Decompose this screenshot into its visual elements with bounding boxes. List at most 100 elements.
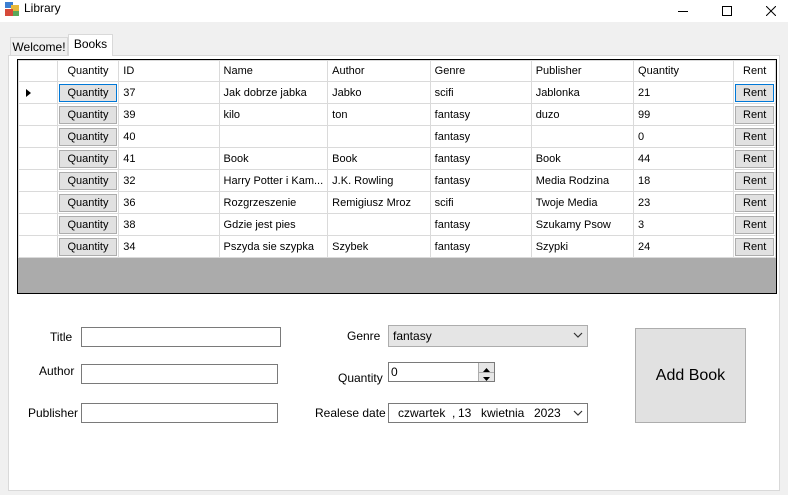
row-header[interactable] — [18, 191, 58, 214]
name-cell[interactable]: Harry Potter i Kam... — [218, 169, 329, 192]
name-cell[interactable]: Book — [218, 147, 329, 170]
quantity-value-cell[interactable]: 99 — [633, 103, 735, 126]
quantity-value-cell[interactable]: 3 — [633, 213, 735, 236]
row-header[interactable] — [18, 169, 58, 192]
column-header-id[interactable]: ID — [118, 60, 220, 82]
author-input[interactable] — [81, 364, 278, 384]
close-button[interactable] — [748, 0, 788, 22]
table-row[interactable]: Quantity 37 Jak dobrze jabka Jabko scifi… — [18, 81, 776, 104]
column-header-rent[interactable]: Rent — [733, 60, 776, 82]
publisher-cell[interactable]: duzo — [530, 103, 635, 126]
rent-button[interactable]: Rent — [735, 149, 774, 168]
column-header-quantity[interactable]: Quantity — [633, 60, 735, 82]
author-cell[interactable]: ton — [327, 103, 431, 126]
name-cell[interactable]: Gdzie jest pies — [218, 213, 329, 236]
quantity-stepper-value[interactable]: 0 — [391, 365, 398, 379]
rent-button[interactable]: Rent — [735, 215, 774, 234]
rent-button[interactable]: Rent — [735, 193, 774, 212]
name-cell[interactable]: kilo — [218, 103, 329, 126]
author-cell[interactable] — [327, 125, 431, 148]
genre-cell[interactable]: scifi — [429, 191, 532, 214]
author-cell[interactable]: Jabko — [327, 81, 431, 104]
publisher-cell[interactable]: Jablonka — [530, 81, 635, 104]
id-cell[interactable]: 32 — [118, 169, 220, 192]
publisher-cell[interactable]: Twoje Media — [530, 191, 635, 214]
release-date-picker[interactable]: czwartek , 13 kwietnia 2023 — [388, 403, 588, 423]
table-row[interactable]: Quantity 41 Book Book fantasy Book 44 Re… — [18, 147, 776, 170]
tab-welcome[interactable]: Welcome! — [10, 37, 68, 57]
date-year[interactable]: 2023 — [534, 404, 561, 422]
books-grid[interactable]: Quantity ID Name Author Genre Publisher … — [17, 59, 777, 294]
author-cell[interactable] — [327, 213, 431, 236]
id-cell[interactable]: 41 — [118, 147, 220, 170]
minimize-button[interactable] — [660, 0, 706, 22]
row-header[interactable] — [18, 103, 58, 126]
table-row[interactable]: Quantity 32 Harry Potter i Kam... J.K. R… — [18, 169, 776, 192]
id-cell[interactable]: 37 — [118, 81, 220, 104]
column-header-quantity-button[interactable]: Quantity — [56, 60, 120, 82]
row-header[interactable] — [18, 235, 58, 258]
rent-button[interactable]: Rent — [735, 127, 774, 146]
id-cell[interactable]: 38 — [118, 213, 220, 236]
quantity-value-cell[interactable]: 0 — [633, 125, 735, 148]
table-row[interactable]: Quantity 34 Pszyda sie szypka Szybek fan… — [18, 235, 776, 258]
genre-cell[interactable]: fantasy — [429, 125, 532, 148]
date-day[interactable]: 13 — [458, 404, 471, 422]
rent-button[interactable]: Rent — [735, 105, 774, 124]
name-cell[interactable]: Jak dobrze jabka — [218, 81, 329, 104]
genre-cell[interactable]: scifi — [429, 81, 532, 104]
quantity-button[interactable]: Quantity — [58, 215, 118, 234]
column-header-publisher[interactable]: Publisher — [530, 60, 635, 82]
rent-button[interactable]: Rent — [735, 83, 774, 102]
maximize-button[interactable] — [704, 0, 750, 22]
genre-cell[interactable]: fantasy — [429, 213, 532, 236]
quantity-value-cell[interactable]: 24 — [633, 235, 735, 258]
author-cell[interactable]: Szybek — [327, 235, 431, 258]
quantity-button[interactable]: Quantity — [58, 193, 118, 212]
table-row[interactable]: Quantity 40 fantasy 0 Rent — [18, 125, 776, 148]
id-cell[interactable]: 34 — [118, 235, 220, 258]
quantity-button[interactable]: Quantity — [58, 149, 118, 168]
date-weekday[interactable]: czwartek — [398, 404, 445, 422]
name-cell[interactable]: Pszyda sie szypka — [218, 235, 329, 258]
id-cell[interactable]: 40 — [118, 125, 220, 148]
date-month[interactable]: kwietnia — [481, 404, 524, 422]
publisher-input[interactable] — [81, 403, 278, 423]
publisher-cell[interactable]: Szypki — [530, 235, 635, 258]
quantity-value-cell[interactable]: 21 — [633, 81, 735, 104]
row-header[interactable] — [18, 81, 58, 104]
row-header[interactable] — [18, 147, 58, 170]
publisher-cell[interactable] — [530, 125, 635, 148]
column-header-name[interactable]: Name — [218, 60, 329, 82]
publisher-cell[interactable]: Szukamy Psow — [530, 213, 635, 236]
quantity-value-cell[interactable]: 23 — [633, 191, 735, 214]
table-row[interactable]: Quantity 39 kilo ton fantasy duzo 99 Ren… — [18, 103, 776, 126]
publisher-cell[interactable]: Book — [530, 147, 635, 170]
id-cell[interactable]: 36 — [118, 191, 220, 214]
table-row[interactable]: Quantity 36 Rozgrzeszenie Remigiusz Mroz… — [18, 191, 776, 214]
genre-cell[interactable]: fantasy — [429, 169, 532, 192]
id-cell[interactable]: 39 — [118, 103, 220, 126]
genre-cell[interactable]: fantasy — [429, 103, 532, 126]
quantity-button[interactable]: Quantity — [58, 171, 118, 190]
genre-select[interactable]: fantasy — [388, 325, 588, 347]
column-header-genre[interactable]: Genre — [429, 60, 532, 82]
table-row[interactable]: Quantity 38 Gdzie jest pies fantasy Szuk… — [18, 213, 776, 236]
quantity-value-cell[interactable]: 18 — [633, 169, 735, 192]
calendar-dropdown-icon[interactable] — [573, 406, 583, 425]
genre-cell[interactable]: fantasy — [429, 235, 532, 258]
add-book-button[interactable]: Add Book — [635, 328, 746, 423]
column-header-author[interactable]: Author — [327, 60, 431, 82]
publisher-cell[interactable]: Media Rodzina — [530, 169, 635, 192]
author-cell[interactable]: Remigiusz Mroz — [327, 191, 431, 214]
genre-cell[interactable]: fantasy — [429, 147, 532, 170]
name-cell[interactable]: Rozgrzeszenie — [218, 191, 329, 214]
rent-button[interactable]: Rent — [735, 171, 774, 190]
tab-books[interactable]: Books — [68, 34, 113, 56]
quantity-button[interactable]: Quantity — [58, 105, 118, 124]
rent-button[interactable]: Rent — [735, 237, 774, 256]
stepper-down-button[interactable] — [479, 372, 494, 381]
author-cell[interactable]: Book — [327, 147, 431, 170]
row-header[interactable] — [18, 213, 58, 236]
title-input[interactable] — [81, 327, 281, 347]
